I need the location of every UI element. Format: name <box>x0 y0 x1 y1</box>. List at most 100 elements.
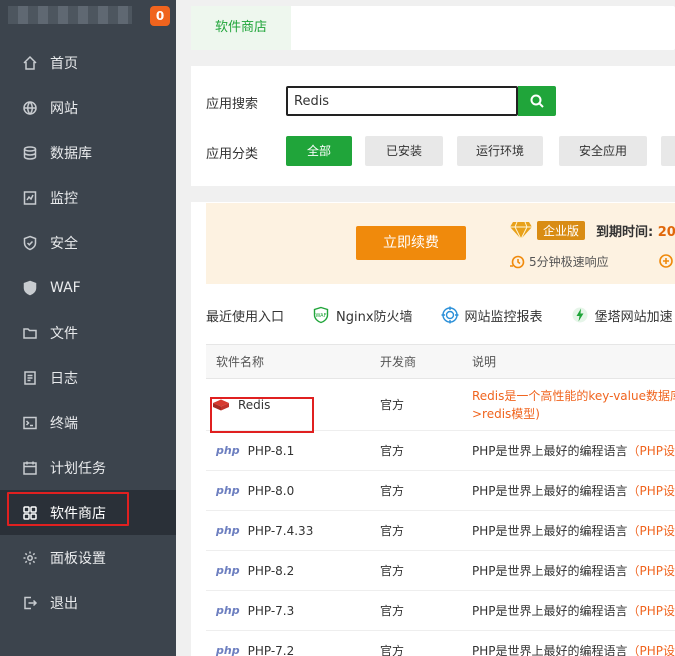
table-row-redis[interactable]: Redis 官方 Redis是一个高性能的key-value数据库 >redis… <box>206 379 675 433</box>
desc-link[interactable]: （PHP设 <box>628 524 675 538</box>
sidebar-item-home[interactable]: 首页 <box>0 40 176 85</box>
sidebar-item-label: WAF <box>50 279 81 296</box>
database-icon <box>22 145 38 161</box>
app-name-cell[interactable]: php PHP-8.0 <box>206 484 370 498</box>
sidebar-item-logs[interactable]: 日志 <box>0 355 176 400</box>
tab-app-store[interactable]: 软件商店 <box>191 6 291 50</box>
app-name-cell[interactable]: php PHP-8.1 <box>206 444 370 458</box>
desc-link[interactable]: （PHP设 <box>628 564 675 578</box>
search-input[interactable] <box>286 86 518 116</box>
svg-text:WAF: WAF <box>316 313 327 319</box>
quick-link-site-monitor[interactable]: 网站监控报表 <box>441 306 543 325</box>
category-installed-button[interactable]: 已安装 <box>365 136 443 166</box>
desc-text: PHP是世界上最好的编程语言 <box>472 444 628 458</box>
app-name-cell[interactable]: php PHP-7.2 <box>206 644 370 656</box>
highlight-box <box>7 492 129 526</box>
log-icon <box>22 370 38 386</box>
column-header-desc: 说明 <box>472 355 497 369</box>
app-name: PHP-8.0 <box>247 483 295 498</box>
software-table: 软件名称 开发商 说明 Redis 官方 Redis是一个高性能的key-val… <box>206 344 675 656</box>
desc-text: PHP是世界上最好的编程语言 <box>472 524 628 538</box>
redis-name-cell[interactable]: Redis <box>206 391 370 433</box>
expire-label: 到期时间: <box>596 225 654 240</box>
desc-link[interactable]: （PHP设 <box>628 444 675 458</box>
desc-text: PHP是世界上最好的编程语言 <box>472 564 628 578</box>
column-header-name: 软件名称 <box>216 355 265 369</box>
sidebar-item-panel-settings[interactable]: 面板设置 <box>0 535 176 580</box>
server-name-blurred <box>8 6 132 24</box>
sidebar-item-files[interactable]: 文件 <box>0 310 176 355</box>
table-row[interactable]: php PHP-7.2 官方 PHP是世界上最好的编程语言（PHP设 <box>206 631 675 656</box>
table-row[interactable]: php PHP-7.3 官方 PHP是世界上最好的编程语言（PHP设 <box>206 591 675 631</box>
sidebar-nav: 首页 网站 数据库 监控 安全 WAF 文件 日志 终端 计划任务 软件商店 面… <box>0 40 176 625</box>
notification-badge[interactable]: 0 <box>150 6 170 26</box>
target-icon <box>441 306 459 324</box>
app-name-cell[interactable]: php PHP-8.2 <box>206 564 370 578</box>
gear-icon <box>22 550 38 566</box>
quick-link-label: 网站监控报表 <box>464 309 543 325</box>
response-text: 5分钟极速响应 <box>529 255 609 269</box>
quick-link-label: Nginx防火墙 <box>336 309 413 325</box>
category-all-button[interactable]: 全部 <box>286 136 352 166</box>
php-logo-icon: php <box>216 564 240 577</box>
table-header: 软件名称 开发商 说明 <box>206 345 675 379</box>
vendor-cell: 官方 <box>380 398 405 412</box>
sidebar-item-terminal[interactable]: 终端 <box>0 400 176 445</box>
desc-link[interactable]: （PHP设 <box>628 604 675 618</box>
sidebar-item-label: 首页 <box>50 55 78 72</box>
category-runtime-button[interactable]: 运行环境 <box>457 136 543 166</box>
sidebar-item-monitor[interactable]: 监控 <box>0 175 176 220</box>
app-name-cell[interactable]: php PHP-7.3 <box>206 604 370 618</box>
desc-link[interactable]: （PHP设 <box>628 644 675 656</box>
quick-link-nginx-firewall[interactable]: WAF Nginx防火墙 <box>312 306 413 325</box>
desc-cell: PHP是世界上最好的编程语言（PHP设 <box>462 442 675 459</box>
sidebar-item-cron[interactable]: 计划任务 <box>0 445 176 490</box>
sidebar-item-label: 文件 <box>50 325 78 342</box>
edition-tag: 企业版 <box>537 220 586 240</box>
app-name: PHP-8.1 <box>247 443 295 458</box>
desc-cell: PHP是世界上最好的编程语言（PHP设 <box>462 562 675 579</box>
expire-info: 到期时间: 20 <box>596 221 675 240</box>
table-row[interactable]: php PHP-8.0 官方 PHP是世界上最好的编程语言（PHP设 <box>206 471 675 511</box>
app-name-cell[interactable]: php PHP-7.4.33 <box>206 524 370 538</box>
expire-value: 20 <box>657 225 675 240</box>
sidebar-item-database[interactable]: 数据库 <box>0 130 176 175</box>
sidebar-item-security[interactable]: 安全 <box>0 220 176 265</box>
vendor-cell: 官方 <box>380 484 405 498</box>
waf-shield-icon <box>22 280 38 296</box>
desc-text: PHP是世界上最好的编程语言 <box>472 604 628 618</box>
sidebar-item-label: 网站 <box>50 100 78 117</box>
app-name: PHP-8.2 <box>247 563 295 578</box>
php-logo-icon: php <box>216 644 240 656</box>
sidebar-item-logout[interactable]: 退出 <box>0 580 176 625</box>
app-store-panel: 应用搜索 应用分类 全部 已安装 运行环境 安全应用 立即续费 企业版 到期时间… <box>191 66 675 656</box>
desc-cell: PHP是世界上最好的编程语言（PHP设 <box>462 602 675 619</box>
sidebar-item-label: 面板设置 <box>50 550 106 567</box>
search-icon <box>530 94 544 108</box>
sidebar-item-app-store[interactable]: 软件商店 <box>0 490 176 535</box>
sidebar-item-label: 终端 <box>50 415 78 432</box>
home-icon <box>22 55 38 71</box>
vendor-cell: 官方 <box>380 644 405 656</box>
search-button[interactable] <box>518 86 556 116</box>
renew-button[interactable]: 立即续费 <box>356 226 466 260</box>
desc-link[interactable]: >redis模型) <box>472 405 675 423</box>
search-label: 应用搜索 <box>206 97 259 112</box>
table-row[interactable]: php PHP-7.4.33 官方 PHP是世界上最好的编程语言（PHP设 <box>206 511 675 551</box>
enterprise-edition: 企业版 <box>509 220 586 240</box>
category-security-button[interactable]: 安全应用 <box>559 136 647 166</box>
service-icon-wrap <box>658 253 674 273</box>
table-row[interactable]: php PHP-8.2 官方 PHP是世界上最好的编程语言（PHP设 <box>206 551 675 591</box>
quick-link-site-accelerate[interactable]: 堡塔网站加速 <box>571 306 673 325</box>
category-more-button[interactable] <box>661 136 675 166</box>
quick-link-label: 堡塔网站加速 <box>594 309 673 325</box>
sidebar-item-label: 退出 <box>50 595 78 612</box>
globe-icon <box>22 100 38 116</box>
sidebar-item-website[interactable]: 网站 <box>0 85 176 130</box>
desc-link[interactable]: （PHP设 <box>628 484 675 498</box>
sidebar-item-waf[interactable]: WAF <box>0 265 176 310</box>
column-header-vendor: 开发商 <box>380 355 417 369</box>
php-logo-icon: php <box>216 444 240 457</box>
vendor-cell: 官方 <box>380 524 405 538</box>
table-row[interactable]: php PHP-8.1 官方 PHP是世界上最好的编程语言（PHP设 <box>206 431 675 471</box>
